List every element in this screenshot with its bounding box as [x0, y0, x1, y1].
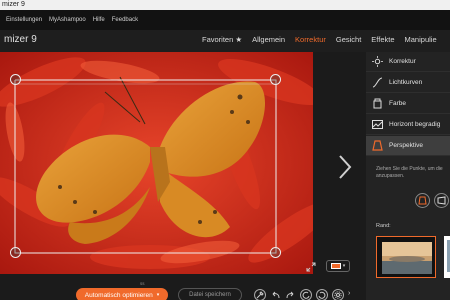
butterfly-photo: [0, 52, 313, 274]
rotate-left-button[interactable]: [300, 289, 312, 300]
border-thumbnail-selected[interactable]: [376, 236, 436, 278]
fullscreen-icon[interactable]: [306, 262, 316, 272]
rotate-right-icon: [318, 291, 326, 299]
menu-myashampoo[interactable]: MyAshampoo: [49, 17, 86, 23]
tab-manipulieren[interactable]: Manipulie: [405, 35, 437, 44]
dropdown-arrow-icon: ▾: [342, 263, 346, 269]
chevron-right-icon[interactable]: [338, 154, 352, 180]
curve-icon: [371, 77, 383, 89]
dropdown-arrow-icon: ▾: [156, 292, 160, 298]
split-view-icon: [330, 263, 341, 269]
panel-item-label: Horizont begradig: [389, 121, 441, 128]
trapezoid-icon: [418, 196, 427, 205]
compare-view-button[interactable]: ▾: [326, 260, 350, 272]
border-thumbnail[interactable]: [444, 236, 450, 278]
perspective-handle-bottom-right[interactable]: [270, 247, 281, 258]
perspective-handle-bottom-left[interactable]: [10, 247, 21, 258]
tiny-label: ss: [140, 281, 145, 286]
trapezoid-vertical-icon: [437, 196, 446, 205]
perspective-vertical-button[interactable]: [434, 193, 449, 208]
category-tabs: Favoriten ★ Allgemein Korrektur Gesicht …: [202, 35, 437, 44]
tab-favoriten[interactable]: Favoriten ★: [202, 35, 242, 44]
menubar: Einstellungen MyAshampoo Hilfe Feedback: [0, 10, 450, 30]
menu-hilfe[interactable]: Hilfe: [93, 17, 105, 23]
window-titlebar: mizer 9: [0, 0, 450, 10]
save-file-button[interactable]: Datei speichern: [178, 288, 242, 300]
panel-item-label: Lichtkurven: [389, 79, 423, 86]
wrench-icon: [256, 291, 264, 299]
perspective-horizontal-button[interactable]: [415, 193, 430, 208]
menu-feedback[interactable]: Feedback: [112, 17, 138, 23]
panel-item-lichtkurven[interactable]: Lichtkurven: [366, 73, 450, 93]
app-title: mizer 9: [4, 34, 37, 45]
photo-canvas[interactable]: [0, 52, 313, 274]
sun-icon: [371, 56, 383, 68]
tab-gesicht[interactable]: Gesicht: [336, 35, 361, 44]
settings-button[interactable]: [332, 289, 344, 300]
panel-item-label: Farbe: [389, 100, 406, 107]
more-arrow-icon[interactable]: ›: [348, 290, 350, 297]
landscape-thumbnail: [444, 236, 450, 278]
rand-label: Rand:: [376, 223, 391, 229]
tab-effekte[interactable]: Effekte: [371, 35, 394, 44]
landscape-thumbnail: [377, 237, 435, 277]
undo-button[interactable]: [270, 289, 282, 300]
menu-einstellungen[interactable]: Einstellungen: [6, 17, 42, 23]
panel-item-label: Perspektive: [389, 142, 423, 149]
wrench-button[interactable]: [254, 289, 266, 300]
panel-item-label: Korrektur: [389, 58, 416, 65]
perspective-handle-top-right[interactable]: [270, 74, 281, 85]
auto-optimize-button[interactable]: Automatisch optimieren ▾: [76, 288, 168, 300]
bucket-icon: [371, 98, 383, 110]
app-window: mizer 9 Einstellungen MyAshampoo Hilfe F…: [0, 0, 450, 300]
tab-allgemein[interactable]: Allgemein: [252, 35, 285, 44]
horizon-icon: [371, 119, 383, 131]
auto-optimize-label: Automatisch optimieren: [84, 291, 153, 299]
panel-item-horizont[interactable]: Horizont begradig: [366, 115, 450, 135]
save-file-label: Datei speichern: [189, 292, 231, 298]
gear-icon: [334, 291, 342, 299]
panel-item-perspektive[interactable]: Perspektive: [366, 136, 450, 156]
undo-icon: [272, 291, 280, 299]
redo-button[interactable]: [284, 289, 296, 300]
rotate-right-button[interactable]: [316, 289, 328, 300]
window-title: mizer 9: [2, 1, 25, 8]
perspective-description: Ziehen Sie die Punkte, um die anzupassen…: [376, 166, 443, 179]
perspective-handle-top-left[interactable]: [10, 74, 21, 85]
panel-item-korrektur[interactable]: Korrektur: [366, 52, 450, 72]
panel-item-farbe[interactable]: Farbe: [366, 94, 450, 114]
perspective-icon: [371, 140, 383, 152]
rotate-left-icon: [302, 291, 310, 299]
redo-icon: [286, 291, 294, 299]
tab-korrektur[interactable]: Korrektur: [295, 35, 326, 44]
app-header: mizer 9 Favoriten ★ Allgemein Korrektur …: [0, 30, 450, 52]
